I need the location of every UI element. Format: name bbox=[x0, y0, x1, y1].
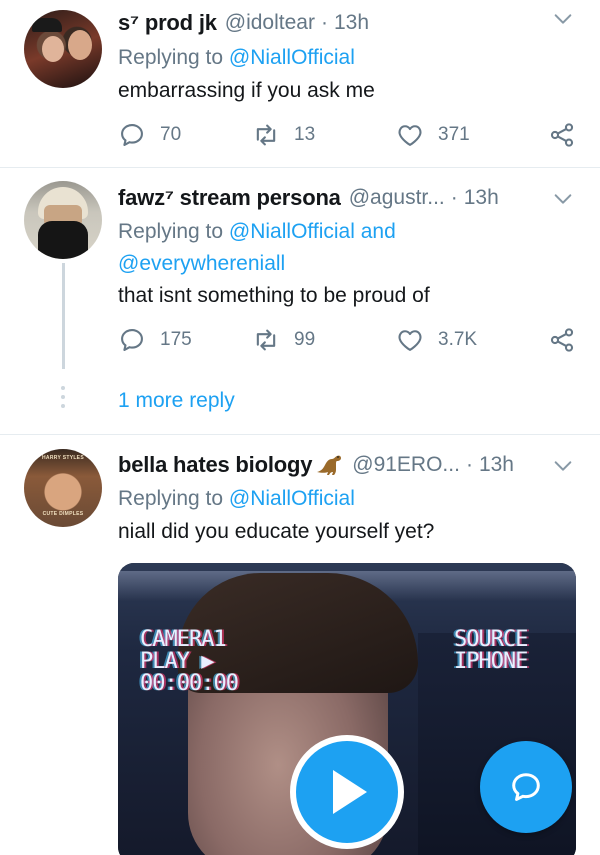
tweet-text: embarrassing if you ask me bbox=[118, 79, 375, 102]
avatar[interactable] bbox=[24, 10, 102, 88]
share-icon bbox=[550, 328, 574, 352]
display-name[interactable]: bella hates biology bbox=[118, 452, 312, 478]
like-button[interactable]: 371 bbox=[396, 120, 470, 150]
source-value: IPHONE bbox=[454, 649, 528, 674]
tweet-1[interactable]: s⁷ prod jk @idoltear · 13h Replying to @… bbox=[0, 0, 600, 168]
avatar-caption-top: HARRY STYLES bbox=[42, 455, 84, 461]
timestamp[interactable]: 13h bbox=[334, 11, 369, 35]
video-play-button[interactable] bbox=[290, 735, 404, 849]
replying-to: Replying to @NiallOfficial and @everywhe… bbox=[118, 216, 396, 280]
chevron-down-icon[interactable] bbox=[552, 188, 574, 210]
like-button[interactable]: 3.7K bbox=[396, 325, 477, 355]
like-count: 3.7K bbox=[438, 329, 478, 350]
timecode: 00:00:00 bbox=[140, 671, 239, 696]
dinosaur-emoji bbox=[314, 452, 344, 478]
avatar-caption-bottom: CUTE DIMPLES bbox=[42, 511, 84, 517]
more-replies-link[interactable]: 1 more reply bbox=[118, 389, 235, 413]
replying-to: Replying to @NiallOfficial bbox=[118, 42, 355, 74]
like-icon bbox=[398, 125, 422, 146]
tweet-2[interactable]: fawz⁷ stream persona @agustr... · 13h Re… bbox=[0, 168, 600, 434]
separator-dot: · bbox=[450, 186, 458, 209]
compose-reply-button[interactable] bbox=[480, 741, 572, 833]
mention-link[interactable]: @NiallOfficial bbox=[229, 487, 355, 510]
thread-line bbox=[62, 263, 65, 369]
reply-count: 70 bbox=[160, 124, 182, 145]
timestamp[interactable]: 13h bbox=[479, 453, 514, 477]
reply-button[interactable]: 70 bbox=[118, 120, 181, 150]
user-handle[interactable]: @idoltear bbox=[225, 11, 315, 35]
retweet-button[interactable]: 13 bbox=[252, 120, 315, 150]
separator-dot: · bbox=[465, 453, 473, 476]
retweet-icon bbox=[256, 124, 276, 146]
user-handle[interactable]: @agustr... bbox=[349, 186, 445, 210]
share-button[interactable] bbox=[548, 120, 590, 150]
user-handle[interactable]: @91ERO... bbox=[352, 453, 460, 477]
like-icon bbox=[398, 330, 422, 351]
replying-prefix: Replying to bbox=[118, 487, 229, 510]
separator-dot: · bbox=[320, 11, 328, 34]
reply-icon bbox=[121, 329, 143, 351]
tweet-actions: 70 13 371 bbox=[118, 120, 580, 150]
compose-reply-icon bbox=[512, 773, 540, 801]
play-icon bbox=[333, 770, 367, 814]
retweet-button[interactable]: 99 bbox=[252, 325, 315, 355]
avatar[interactable] bbox=[24, 181, 102, 259]
play-label: PLAY ▶ bbox=[140, 649, 214, 674]
mention-link[interactable]: @NiallOfficial bbox=[229, 220, 355, 243]
like-count: 371 bbox=[438, 124, 470, 145]
tweet-text: that isnt something to be proud of bbox=[118, 284, 430, 307]
retweet-icon bbox=[256, 329, 276, 351]
replying-prefix: Replying to bbox=[118, 46, 229, 69]
vhs-overlay-right: SOURCE IPHONE bbox=[454, 627, 528, 674]
timestamp[interactable]: 13h bbox=[464, 186, 499, 210]
reply-icon bbox=[121, 124, 143, 146]
reply-button[interactable]: 175 bbox=[118, 325, 192, 355]
source-label: SOURCE bbox=[454, 627, 528, 652]
share-button[interactable] bbox=[548, 325, 590, 355]
retweet-count: 99 bbox=[294, 329, 316, 350]
mention-link[interactable]: @everywhereniall bbox=[118, 252, 285, 275]
tweet-actions: 175 99 3.7K bbox=[118, 325, 580, 355]
thread-gap-dots bbox=[61, 386, 65, 413]
camera-label: CAMERA1 bbox=[140, 627, 227, 652]
tweet-text: niall did you educate yourself yet? bbox=[118, 520, 435, 543]
display-name[interactable]: s⁷ prod jk bbox=[118, 10, 217, 36]
avatar[interactable]: HARRY STYLES CUTE DIMPLES bbox=[24, 449, 102, 527]
share-icon bbox=[550, 123, 574, 147]
chevron-down-icon[interactable] bbox=[552, 455, 574, 477]
chevron-down-icon[interactable] bbox=[552, 8, 574, 30]
vhs-overlay-left: CAMERA1 PLAY ▶ 00:00:00 bbox=[140, 627, 239, 696]
replying-joiner: and bbox=[354, 220, 396, 243]
display-name[interactable]: fawz⁷ stream persona bbox=[118, 185, 341, 211]
retweet-count: 13 bbox=[294, 124, 316, 145]
replying-prefix: Replying to bbox=[118, 220, 229, 243]
reply-count: 175 bbox=[160, 329, 192, 350]
mention-link[interactable]: @NiallOfficial bbox=[229, 46, 355, 69]
replying-to: Replying to @NiallOfficial bbox=[118, 483, 355, 515]
